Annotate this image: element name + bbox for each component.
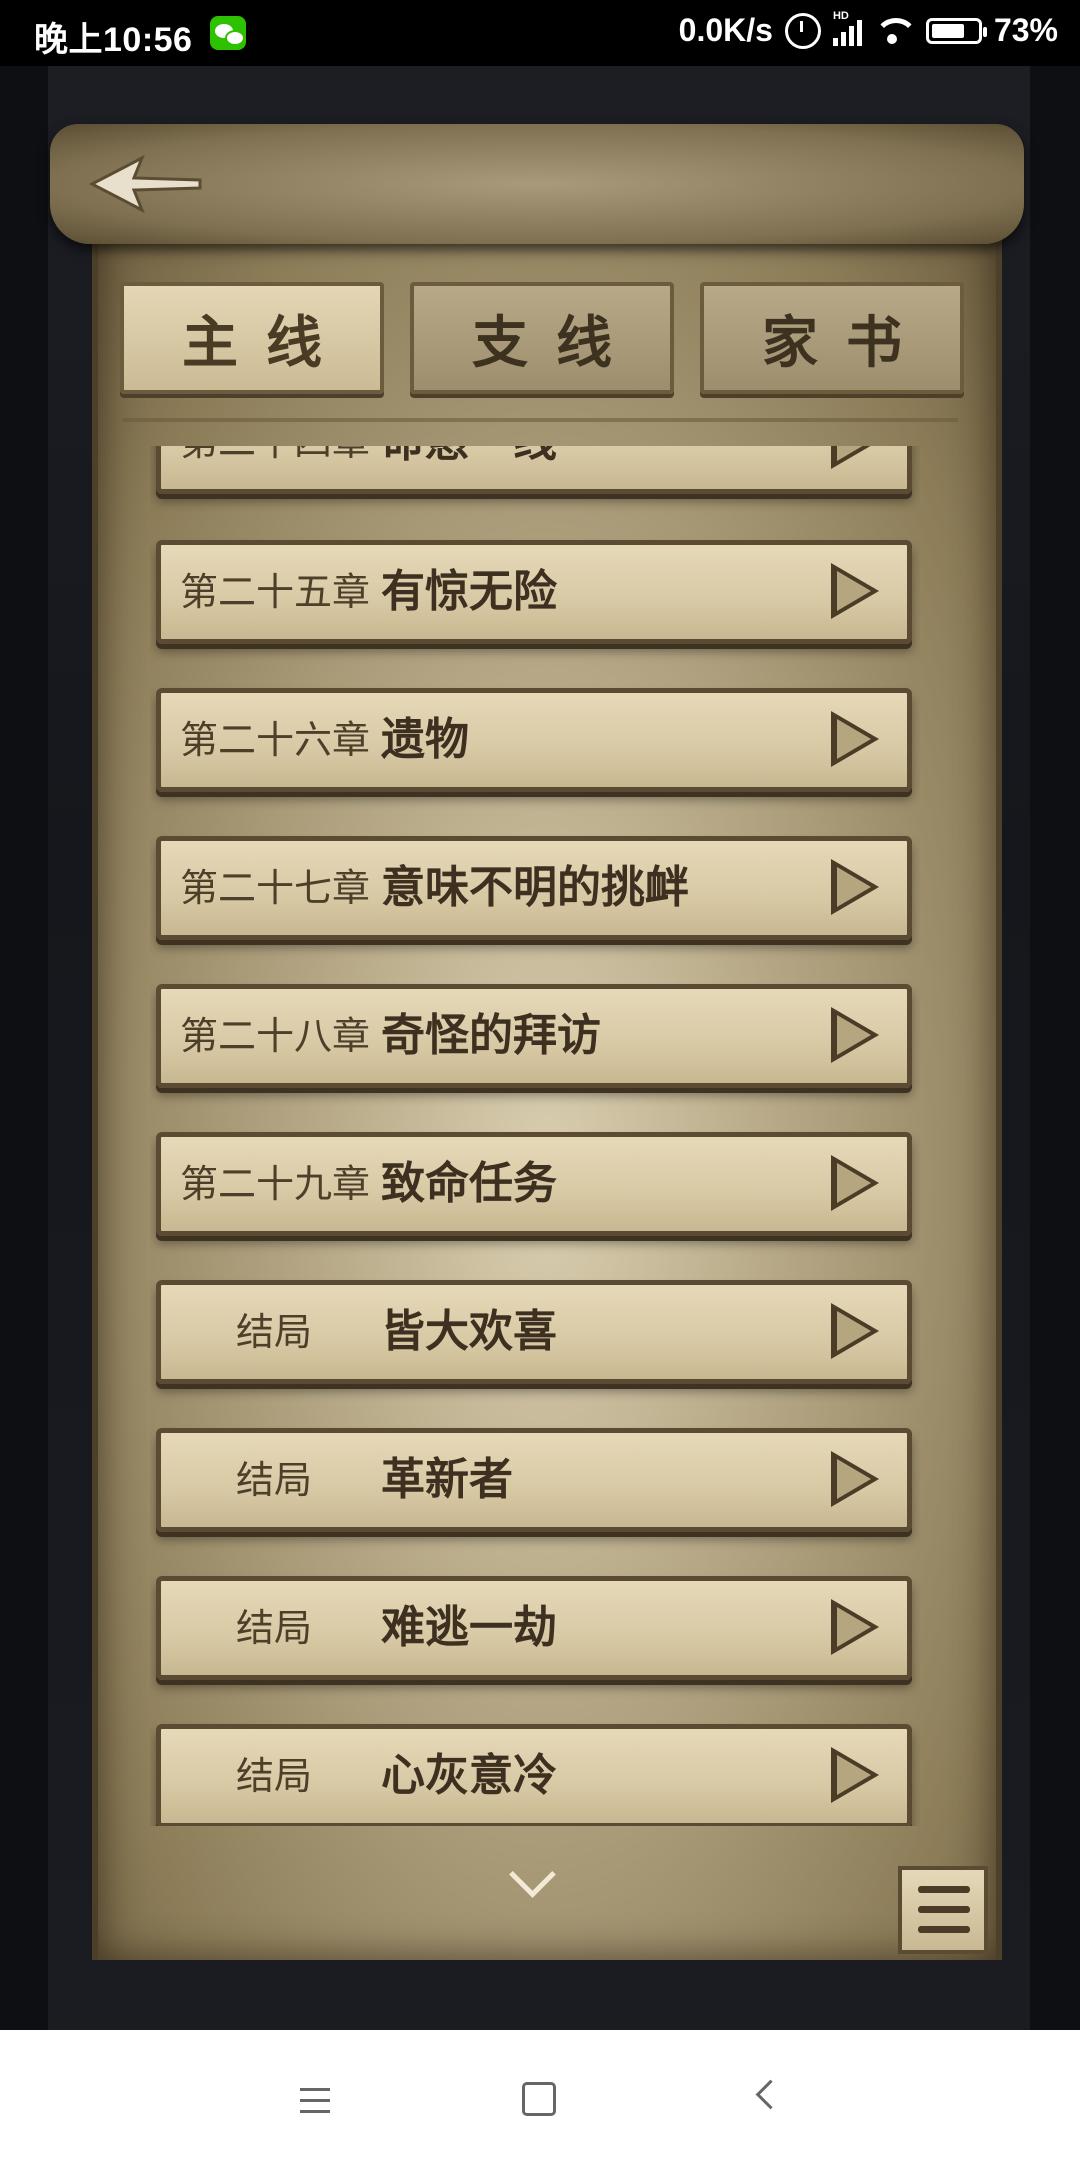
tab-main-story[interactable]: 主线 [120,282,384,394]
chapter-row[interactable]: 第二十四章 命悬一线 [156,446,912,494]
play-icon [831,1599,879,1655]
play-icon [831,1007,879,1063]
chapter-number: 第二十七章 [179,866,370,910]
chapter-row[interactable]: 第二十五章 有惊无险 [156,540,912,644]
wechat-notification-icon [210,16,246,50]
network-speed: 0.0K/s [678,12,773,48]
system-nav-bar [0,2030,1080,2160]
back-button[interactable] [86,150,206,220]
chapter-number: 第二十九章 [179,1162,370,1206]
home-button[interactable] [522,2082,556,2116]
chapter-row[interactable]: 结局 皆大欢喜 [156,1280,912,1384]
play-icon [831,1155,879,1211]
chapter-title: 有惊无险 [381,566,557,617]
play-icon [831,711,879,767]
list-menu-icon [918,1906,970,1913]
chapter-number: 结局 [235,1310,312,1354]
alarm-icon [784,12,821,49]
chapter-number: 第二十六章 [179,718,370,762]
recent-apps-button[interactable] [300,2088,330,2121]
chapter-title: 命悬一线 [381,446,557,489]
chapter-row[interactable]: 第二十八章 奇怪的拜访 [156,984,912,1088]
chapter-row[interactable]: 第二十九章 致命任务 [156,1132,912,1236]
chapter-number: 第二十八章 [179,1014,370,1058]
signal-icon: HD [832,10,862,46]
battery-icon [925,17,987,44]
tab-letters[interactable]: 家书 [700,282,964,394]
status-bar: 晚上10:56 0.0K/s HD 73% [0,0,1080,66]
play-icon [831,859,879,915]
chapter-row[interactable]: 第二十六章 遗物 [156,688,912,792]
arrow-back-icon [88,154,202,214]
chapter-number: 结局 [235,1606,312,1650]
chapter-row[interactable]: 结局 难逃一劫 [156,1576,912,1680]
status-right-group: 0.0K/s HD 73% [678,10,1058,49]
chapter-number: 第二十四章 [175,446,375,489]
list-menu-button[interactable] [898,1866,988,1954]
chapter-title: 奇怪的拜访 [381,1010,601,1061]
chapter-title: 革新者 [381,1454,513,1505]
signal-hd-label: HD [832,9,849,22]
status-time: 晚上10:56 [34,21,193,59]
list-menu-icon [918,1926,970,1933]
play-icon [831,446,879,469]
tab-side-story[interactable]: 支线 [410,282,674,394]
chapter-title: 难逃一劫 [381,1602,557,1653]
wifi-icon [873,16,914,46]
chapter-row[interactable]: 结局 心灰意冷 [156,1724,912,1826]
chapter-number: 结局 [235,1754,312,1798]
back-nav-button[interactable] [755,2079,786,2110]
chapter-title: 致命任务 [381,1158,557,1209]
tab-divider [122,418,958,422]
battery-percent: 73% [993,12,1058,48]
play-icon [831,563,879,619]
play-icon [831,1303,879,1359]
chapter-title: 遗物 [381,714,469,765]
play-icon [831,1747,879,1803]
chapter-list[interactable]: 第二十四章 命悬一线 第二十五章 有惊无险 第二十六章 遗物 第二十七章 意味不… [150,446,920,1826]
chapter-number: 第二十五章 [179,570,370,614]
chapter-number: 结局 [235,1458,312,1502]
chapter-title: 皆大欢喜 [381,1306,557,1357]
chapter-title: 心灰意冷 [381,1750,557,1801]
chapter-row[interactable]: 第二十七章 意味不明的挑衅 [156,836,912,940]
list-menu-icon [918,1886,970,1893]
chapter-title: 意味不明的挑衅 [381,862,689,913]
play-icon [831,1451,879,1507]
battery-fill [931,23,964,38]
chapter-row[interactable]: 结局 革新者 [156,1428,912,1532]
